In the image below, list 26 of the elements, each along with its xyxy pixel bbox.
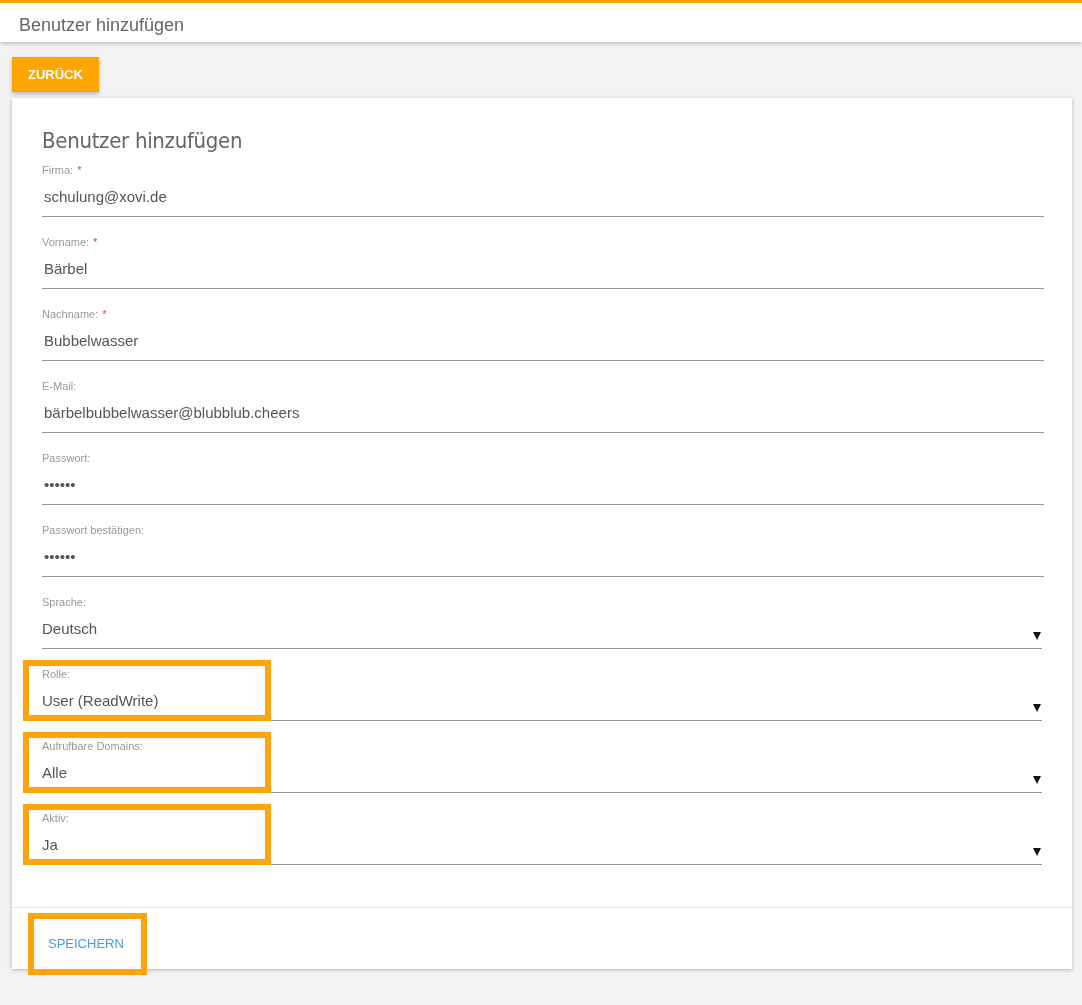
password-field[interactable]: •••••• bbox=[42, 465, 1044, 505]
input-field[interactable]: Bärbel bbox=[42, 249, 1044, 289]
dropdown-field[interactable]: Alle bbox=[42, 753, 1042, 793]
input-field[interactable]: schulung@xovi.de bbox=[42, 177, 1044, 217]
form-title: Benutzer hinzufügen bbox=[42, 128, 244, 153]
field-label: Aufrufbare Domains: bbox=[42, 739, 144, 753]
dropdown-field[interactable]: Ja bbox=[42, 825, 1042, 865]
dropdown-arrow-icon bbox=[1033, 847, 1041, 856]
field-label: Passwort: bbox=[42, 451, 92, 465]
page-title: Benutzer hinzufügen bbox=[19, 15, 185, 36]
field-label: Rolle: bbox=[42, 667, 72, 681]
dropdown-field[interactable]: Deutsch bbox=[42, 609, 1042, 649]
dropdown-arrow-icon bbox=[1033, 775, 1041, 784]
dropdown-arrow-icon bbox=[1033, 703, 1041, 712]
field-label: E-Mail: bbox=[42, 379, 78, 393]
input-field[interactable]: bärbelbubbelwasser@blubblub.cheers bbox=[42, 393, 1044, 433]
field-label: Sprache: bbox=[42, 595, 88, 609]
dropdown-arrow-icon bbox=[1033, 631, 1041, 640]
dropdown-field[interactable]: User (ReadWrite) bbox=[42, 681, 1042, 721]
field-label: Vorname: * bbox=[42, 235, 99, 249]
field-label: Firma: * bbox=[42, 163, 83, 177]
field-label: Passwort bestätigen: bbox=[42, 523, 146, 537]
field-label: Aktiv: bbox=[42, 811, 70, 825]
password-field[interactable]: •••••• bbox=[42, 537, 1044, 577]
input-field[interactable]: Bubbelwasser bbox=[42, 321, 1044, 361]
field-label: Nachname: * bbox=[42, 307, 108, 321]
